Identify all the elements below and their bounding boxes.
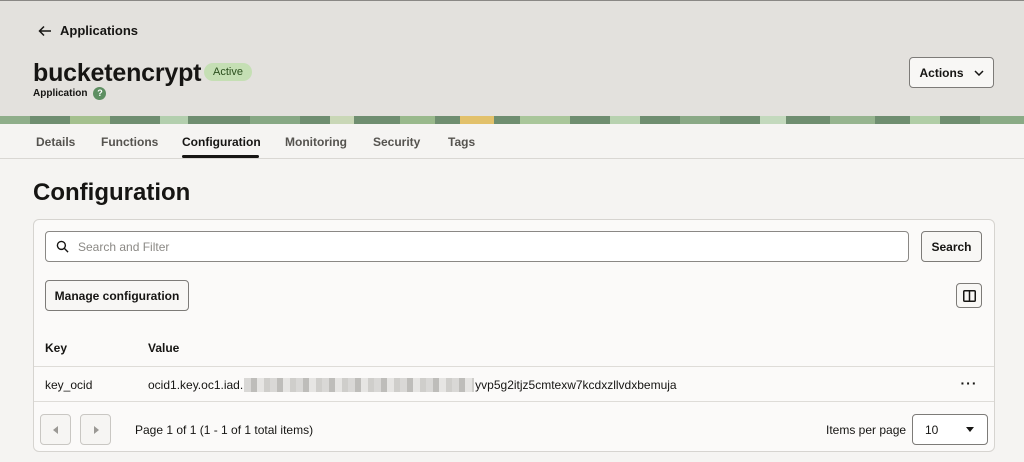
redacted-segment: [244, 378, 475, 392]
tab-monitoring[interactable]: Monitoring: [285, 135, 347, 149]
chevron-down-icon: [973, 69, 984, 76]
tab-details[interactable]: Details: [36, 135, 75, 149]
actions-label: Actions: [919, 65, 964, 80]
tab-configuration[interactable]: Configuration: [182, 135, 261, 149]
previous-page-button[interactable]: [40, 414, 71, 445]
tab-security[interactable]: Security: [373, 135, 420, 149]
help-icon[interactable]: ?: [93, 87, 107, 100]
value-suffix: yvp5g2itjz5cmtexw7kcdxzllvdxbemuja: [475, 378, 677, 392]
back-to-applications-link[interactable]: Applications: [38, 23, 138, 38]
tab-bar: Details Functions Configuration Monitori…: [0, 124, 1024, 159]
chevron-left-icon: [52, 425, 58, 434]
status-badge: Active: [204, 63, 252, 81]
column-settings-button[interactable]: [956, 283, 982, 308]
items-per-page-select[interactable]: 10: [912, 414, 988, 445]
decorative-banner: [0, 116, 1024, 124]
config-value-cell: ocid1.key.oc1.iad. yvp5g2itjz5cmtexw7kcd…: [148, 378, 677, 392]
search-field[interactable]: [45, 231, 909, 262]
actions-button[interactable]: Actions: [909, 57, 994, 88]
resource-type-text: Application: [33, 88, 88, 99]
arrow-left-icon: [38, 25, 51, 36]
caret-down-icon: [966, 427, 974, 432]
search-input[interactable]: [78, 239, 878, 254]
resource-type-label: Application ?: [33, 87, 107, 100]
tab-tags[interactable]: Tags: [448, 135, 475, 149]
row-actions-menu-icon[interactable]: ···: [958, 375, 980, 393]
back-link-label: Applications: [60, 23, 139, 38]
manage-configuration-button[interactable]: Manage configuration: [45, 280, 189, 311]
column-header-value: Value: [148, 341, 180, 355]
column-header-key: Key: [45, 341, 68, 355]
page-header: Applications bucketencrypt Active Applic…: [0, 0, 1024, 118]
config-key-cell: key_ocid: [45, 378, 93, 392]
table-row: key_ocid ocid1.key.oc1.iad. yvp5g2itjz5c…: [34, 367, 994, 401]
search-icon: [56, 240, 69, 253]
tab-functions[interactable]: Functions: [101, 135, 158, 149]
next-page-button[interactable]: [80, 414, 111, 445]
items-per-page-label: Items per page: [826, 423, 907, 437]
active-tab-indicator: [182, 155, 259, 158]
table-row-divider: [34, 401, 994, 402]
value-prefix: ocid1.key.oc1.iad.: [148, 378, 244, 392]
columns-icon: [962, 289, 976, 302]
items-per-page-value: 10: [925, 422, 939, 437]
search-button[interactable]: Search: [921, 231, 982, 262]
page-title: Configuration: [33, 179, 191, 206]
chevron-right-icon: [93, 425, 99, 434]
application-title: bucketencrypt: [33, 59, 202, 87]
pagination-info: Page 1 of 1 (1 - 1 of 1 total items): [135, 423, 314, 437]
